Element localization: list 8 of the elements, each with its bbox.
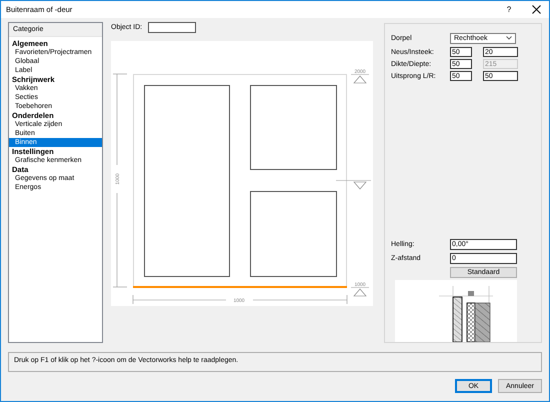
level-marker-icon (353, 76, 367, 84)
help-button[interactable]: ? (502, 5, 516, 14)
level-marker-icon (353, 182, 367, 190)
chevron-icon (506, 36, 512, 40)
object-id-field[interactable] (148, 22, 196, 33)
section-drawing (438, 286, 494, 342)
level-marker-icon (353, 288, 367, 296)
close-icon[interactable] (532, 5, 541, 14)
